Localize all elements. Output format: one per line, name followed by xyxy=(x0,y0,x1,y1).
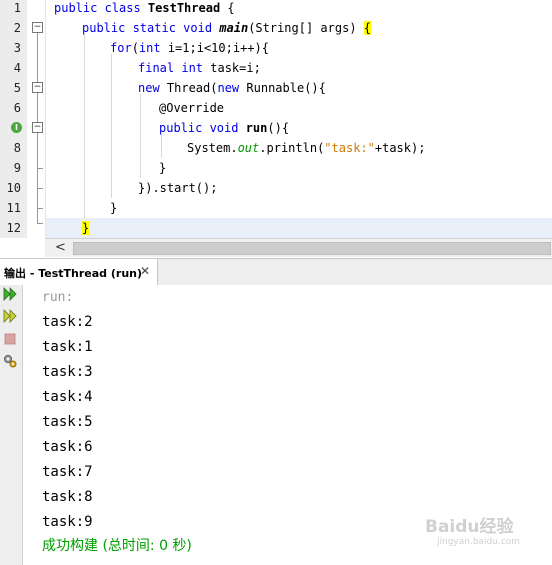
code-line[interactable]: } xyxy=(82,218,90,238)
brace-match-highlight: } xyxy=(82,221,90,235)
watermark: Baidu经验 jingyan.baidu.com xyxy=(425,512,547,552)
indent-guide xyxy=(111,54,112,198)
line-number: 10 xyxy=(6,181,21,195)
code-line[interactable]: final int task=i; xyxy=(138,58,261,78)
output-toolbar xyxy=(0,285,23,565)
scrollbar-thumb[interactable] xyxy=(73,242,551,255)
current-line-highlight xyxy=(45,218,552,238)
line-number: 8 xyxy=(13,141,21,155)
horizontal-scrollbar[interactable]: < xyxy=(45,238,552,257)
tab-output[interactable]: 输出 - TestThread (run) ✕ xyxy=(0,259,158,285)
output-line: task:2 xyxy=(42,314,93,330)
fold-end xyxy=(37,223,43,224)
watermark-text: Baidu经验 xyxy=(425,517,514,537)
close-icon[interactable]: ✕ xyxy=(140,264,150,278)
fold-toggle-icon[interactable]: − xyxy=(32,22,43,33)
fold-end xyxy=(37,168,43,169)
output-line: run: xyxy=(42,290,74,305)
output-line: task:6 xyxy=(42,439,93,455)
code-line[interactable]: public static void main(String[] args) { xyxy=(82,18,372,38)
output-line: task:4 xyxy=(42,389,93,405)
output-line: task:9 xyxy=(42,514,93,530)
fold-end xyxy=(37,188,43,189)
code-line[interactable]: new Thread(new Runnable(){ xyxy=(138,78,326,98)
code-line[interactable]: }).start(); xyxy=(138,178,217,198)
line-number: 2 xyxy=(13,21,21,35)
code-line[interactable]: for(int i=1;i<10;i++){ xyxy=(110,38,269,58)
code-line[interactable]: @Override xyxy=(159,98,224,118)
tab-output-label: 输出 - TestThread (run) xyxy=(4,267,143,280)
watermark-sub: jingyan.baidu.com xyxy=(437,537,521,547)
line-number: 3 xyxy=(13,41,21,55)
output-line: task:8 xyxy=(42,489,93,505)
line-number: 11 xyxy=(6,201,21,215)
line-number-gutter: 1 2 3 4 5 6 7 8 9 10 11 12 I xyxy=(0,0,27,238)
build-success-message: 成功构建 (总时间: 0 秒) xyxy=(42,538,192,554)
code-line[interactable]: } xyxy=(159,158,166,178)
line-number: 6 xyxy=(13,101,21,115)
code-line[interactable]: } xyxy=(110,198,117,218)
fold-toggle-icon[interactable]: − xyxy=(32,82,43,93)
output-line: task:3 xyxy=(42,364,93,380)
line-number: 5 xyxy=(13,81,21,95)
line-number: 9 xyxy=(13,161,21,175)
line-number: 12 xyxy=(6,221,21,235)
code-line[interactable]: public class TestThread { xyxy=(54,0,235,18)
indent-guide xyxy=(140,94,141,178)
code-line[interactable]: System.out.println("task:"+task); xyxy=(187,138,425,158)
fold-toggle-icon[interactable]: − xyxy=(32,122,43,133)
output-line: task:1 xyxy=(42,339,93,355)
code-line[interactable]: public void run(){ xyxy=(159,118,289,138)
rerun-with-args-icon[interactable] xyxy=(2,308,18,324)
code-editor[interactable]: 1 2 3 4 5 6 7 8 9 10 11 12 I − − − publi… xyxy=(0,0,552,238)
brace-match-highlight: { xyxy=(363,21,372,35)
rerun-icon[interactable] xyxy=(2,286,18,302)
fold-end xyxy=(37,208,43,209)
output-tab-bar: 输出 - TestThread (run) ✕ xyxy=(0,258,552,286)
settings-icon[interactable] xyxy=(2,353,18,369)
override-annotation-icon[interactable]: I xyxy=(11,122,22,133)
line-number: 4 xyxy=(13,61,21,75)
output-line: task:7 xyxy=(42,464,93,480)
indent-guide xyxy=(84,34,85,218)
scroll-left-icon[interactable]: < xyxy=(55,240,66,255)
line-number: 1 xyxy=(13,1,21,15)
output-line: task:5 xyxy=(42,414,93,430)
stop-icon[interactable] xyxy=(2,331,18,347)
